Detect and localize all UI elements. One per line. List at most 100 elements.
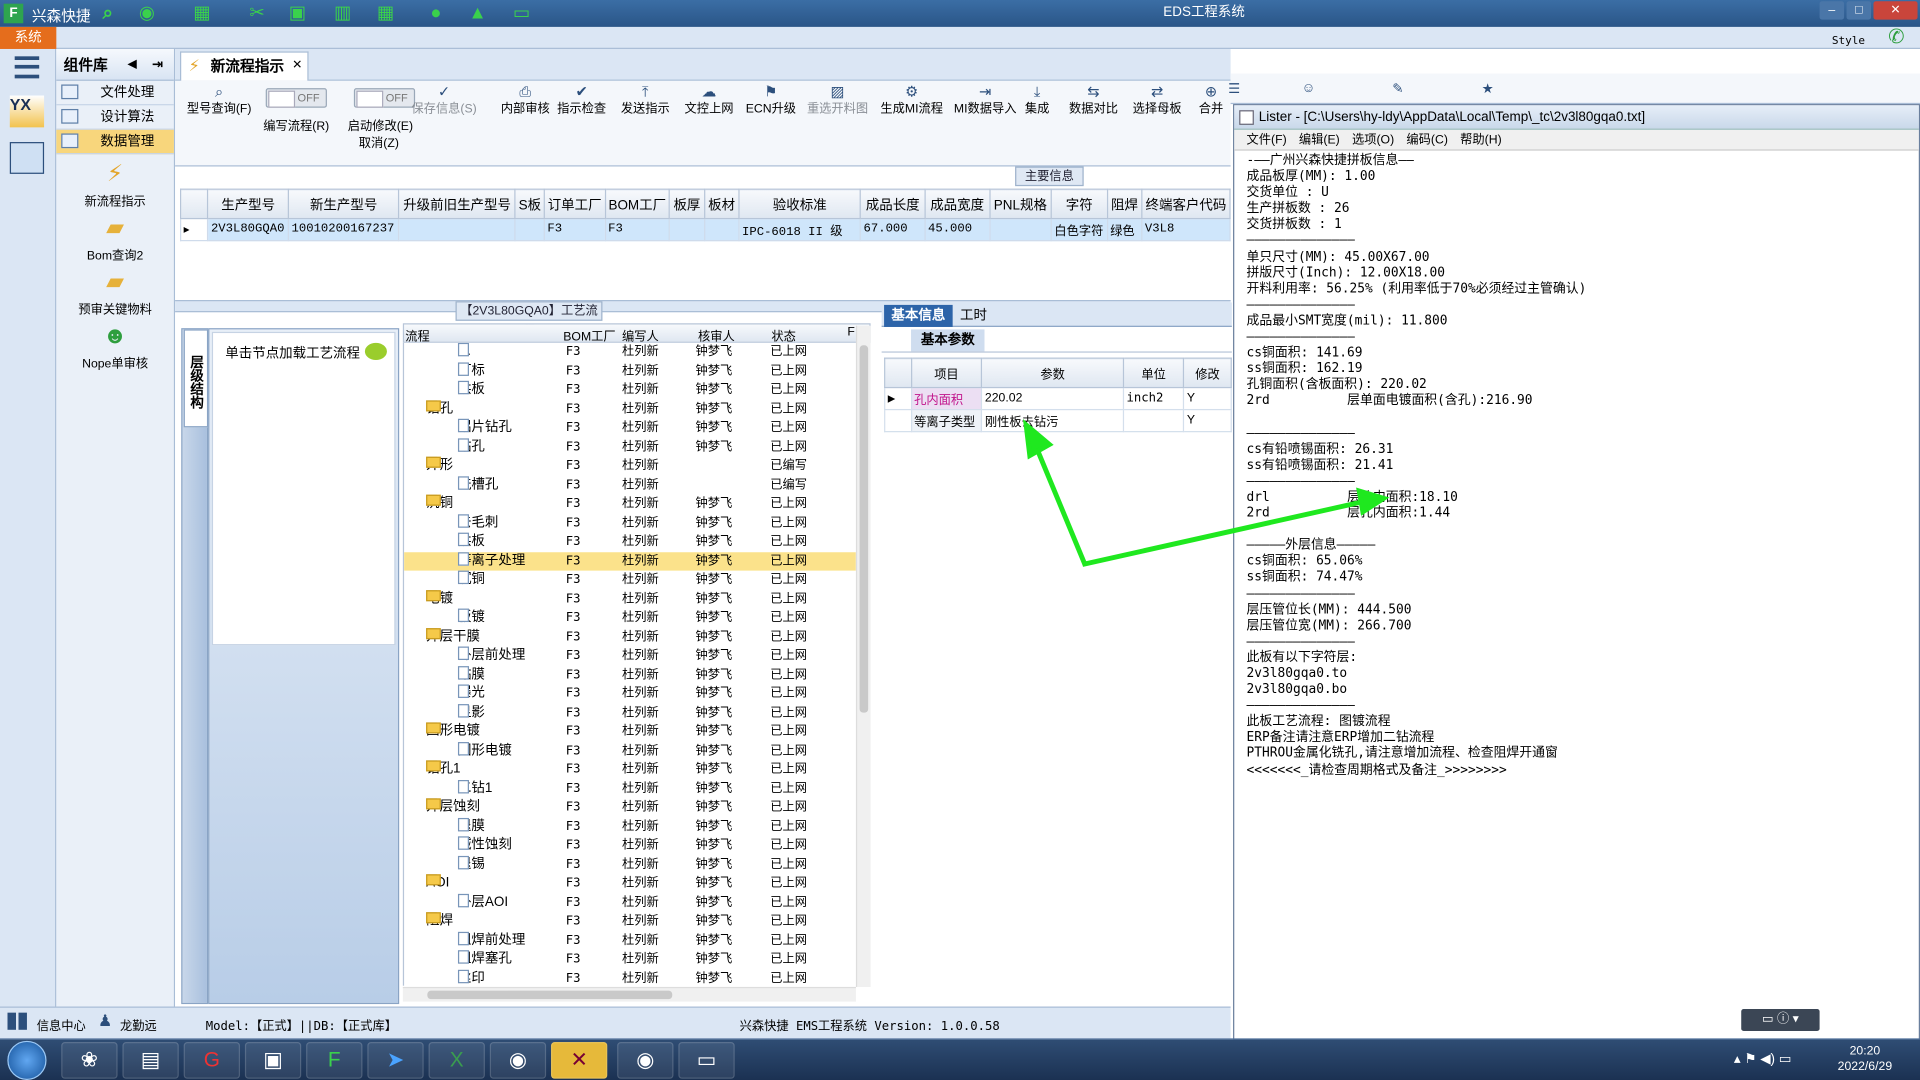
column-header[interactable]: 生产型号 (207, 188, 290, 220)
ribbon-button[interactable]: ⚙ 生成MI流程 (880, 83, 943, 117)
tree-node[interactable]: −外层蚀刻 (426, 798, 480, 817)
ribbon-button[interactable]: ▨ 重选开料图 (807, 83, 868, 117)
clock[interactable]: 20:20 2022/6/29 (1822, 1043, 1908, 1075)
tree-row[interactable]: 钻孔 F3 杜列新 钟梦飞 已上网 (404, 437, 856, 457)
column-header[interactable]: BOM工厂 (563, 326, 615, 344)
lister-menu-item[interactable]: 文件(F) (1247, 133, 1287, 146)
tree-row[interactable]: 打标 F3 杜列新 钟梦飞 已上网 (404, 361, 856, 381)
table-row[interactable]: ▶ 2V3L80GQA0 10010200167237 F3 F3 IPC-6018 II… (179, 217, 1231, 242)
tree-node[interactable]: … (457, 342, 471, 362)
column-header[interactable]: 验收标准 (738, 188, 862, 220)
tree-row[interactable]: −外层蚀刻 F3 杜列新 钟梦飞 已上网 (404, 798, 856, 817)
phone-icon[interactable]: ✆ (1888, 24, 1904, 48)
taskbar-app-notepad[interactable]: ▤ (122, 1042, 179, 1079)
taskbar-app-excel[interactable]: X (428, 1042, 485, 1079)
ribbon-button[interactable]: ⚑ ECN升级 (746, 83, 796, 117)
column-header[interactable]: 流程 (405, 326, 429, 344)
column-header[interactable]: 终端客户代码 (1141, 188, 1231, 220)
node-hint-box[interactable]: 单击节点加载工艺流程 (211, 331, 396, 646)
ribbon-button[interactable]: ⤓ 集成 (1025, 83, 1049, 117)
film-icon[interactable]: ▣ (285, 2, 309, 24)
taskbar-app-shell[interactable]: ❀ (61, 1042, 118, 1079)
ribbon-button[interactable]: ✔ 指示检查 (557, 83, 606, 117)
tree-node[interactable]: −沉铜 (426, 494, 453, 514)
cancel-button[interactable]: 取消(Z) (359, 132, 399, 150)
column-header[interactable]: 编写人 (622, 326, 659, 344)
tree-node[interactable]: 图形电镀 (457, 741, 512, 760)
tree-node[interactable]: 显影 (457, 703, 485, 722)
tree-node[interactable]: 退锡 (457, 855, 485, 874)
tree-node[interactable]: 板镀 (457, 608, 485, 628)
area-chart-icon[interactable]: ▲ (465, 2, 489, 24)
column-header[interactable]: 单位 (1122, 357, 1185, 389)
taskbar-app-eds[interactable]: F (306, 1042, 363, 1079)
tree-row[interactable]: 二钻1 F3 杜列新 钟梦飞 已上网 (404, 779, 856, 798)
column-header[interactable]: 状态 (771, 326, 795, 344)
tree-node[interactable]: −钻孔1 (426, 760, 461, 779)
tree-row[interactable]: 图形电镀 F3 杜列新 钟梦飞 已上网 (404, 741, 856, 760)
star-icon[interactable]: ★ (1482, 81, 1494, 97)
column-header[interactable]: 参数 (981, 357, 1125, 389)
tree-row[interactable]: 退膜 F3 杜列新 钟梦飞 已上网 (404, 817, 856, 836)
taskbar-app-lister[interactable]: ▭ (678, 1042, 735, 1079)
tools-icon[interactable]: ✂ (245, 2, 269, 24)
tree-node[interactable]: −外层干膜 (426, 627, 480, 647)
nav-item[interactable]: 设计算法 (56, 105, 174, 130)
grid-icon[interactable]: ▦ (190, 2, 214, 24)
tree-node[interactable]: 沉铜 (457, 570, 485, 590)
tree-node[interactable]: 等离子处理 (457, 551, 525, 571)
ribbon-button[interactable]: ⇥ MI数据导入 (954, 83, 1017, 117)
tree-row[interactable]: 显影 F3 杜列新 钟梦飞 已上网 (404, 703, 856, 722)
taskbar-app-eye[interactable]: ◉ (489, 1042, 547, 1079)
ribbon-button[interactable]: ⇄ 选择母板 (1133, 83, 1182, 117)
taskbar-app-arrow[interactable]: ➤ (367, 1042, 424, 1079)
column-header[interactable]: 字符 (1050, 188, 1108, 220)
tree-node[interactable]: 外层AOI (457, 893, 508, 912)
taskbar-app-red[interactable]: G (183, 1042, 241, 1079)
tree-row[interactable]: 阻焊塞孔 F3 杜列新 钟梦飞 已上网 (404, 950, 856, 969)
tree-row[interactable]: −AOI F3 杜列新 钟梦飞 已上网 (404, 874, 856, 893)
tree-row[interactable]: −沉铜 F3 杜列新 钟梦飞 已上网 (404, 494, 856, 514)
taskbar-app-x[interactable]: ✕ (551, 1042, 608, 1079)
column-header[interactable]: 升级前旧生产型号 (398, 188, 516, 220)
tree-node[interactable]: −阻焊 (426, 912, 453, 931)
tree-node[interactable]: 丝印 (457, 969, 485, 986)
write-flow-toggle[interactable]: OFF (265, 88, 327, 108)
tree-node[interactable]: 贴膜 (457, 665, 485, 685)
tree-row[interactable]: 外层AOI F3 杜列新 钟梦飞 已上网 (404, 893, 856, 912)
tree-node[interactable]: 退膜 (457, 817, 485, 836)
tree-node[interactable]: 烘板 (457, 532, 485, 552)
tree-node[interactable]: −外形 (426, 456, 453, 476)
lister-menu-item[interactable]: 帮助(H) (1460, 133, 1501, 146)
monitor-icon[interactable]: ▭ (509, 2, 533, 24)
tree-node[interactable]: 打标 (457, 361, 485, 381)
user-icon[interactable]: ● (424, 2, 448, 24)
tree-node[interactable]: 外层前处理 (457, 646, 525, 666)
lister-status-widget[interactable]: ▭ ⓘ ▾ (1741, 1008, 1820, 1032)
tool-item[interactable]: ⚡ 新流程指示 (56, 159, 174, 213)
tab-hours[interactable]: 工时 (953, 305, 995, 327)
ribbon-button[interactable]: ✓ 保存信息(S) (411, 83, 476, 117)
column-header[interactable]: 阻焊 (1106, 188, 1143, 220)
tree-row[interactable]: 烘板 F3 杜列新 钟梦飞 已上网 (404, 380, 856, 400)
tree-node[interactable]: 烘板 (457, 380, 485, 400)
tree-node[interactable]: 铣槽孔 (457, 475, 498, 495)
ribbon-button[interactable]: ⊕ 合并 (1199, 83, 1223, 117)
table-row[interactable]: 等离子类型 刚性板去钻污 Y (884, 408, 1232, 433)
column-header[interactable]: S板 (514, 188, 545, 220)
tree-row[interactable]: 阻焊前处理 F3 杜列新 钟梦飞 已上网 (404, 931, 856, 950)
column-header[interactable]: 成品宽度 (924, 188, 990, 220)
ribbon-button[interactable]: ⎙ 内部审核 (501, 83, 550, 117)
ribbon-button[interactable]: ☁ 文控上网 (684, 83, 733, 117)
tree-node[interactable]: 铝片钻孔 (457, 418, 512, 438)
tree-row[interactable]: 丝印 F3 杜列新 钟梦飞 已上网 (404, 969, 856, 986)
minimize-button[interactable]: – (1819, 1, 1845, 20)
tree-node[interactable]: 去毛刺 (457, 513, 498, 533)
tree-row[interactable]: … F3 杜列新 钟梦飞 已上网 (404, 342, 856, 362)
tree-node[interactable]: 钻孔 (457, 437, 485, 457)
tree-row[interactable]: 曝光 F3 杜列新 钟梦飞 已上网 (404, 684, 856, 703)
tree-row[interactable]: 外层前处理 F3 杜列新 钟梦飞 已上网 (404, 646, 856, 666)
tree-row[interactable]: 退锡 F3 杜列新 钟梦飞 已上网 (404, 855, 856, 874)
tab-basic-params[interactable]: 基本参数 (911, 329, 985, 352)
column-header[interactable]: 新生产型号 (287, 188, 400, 220)
